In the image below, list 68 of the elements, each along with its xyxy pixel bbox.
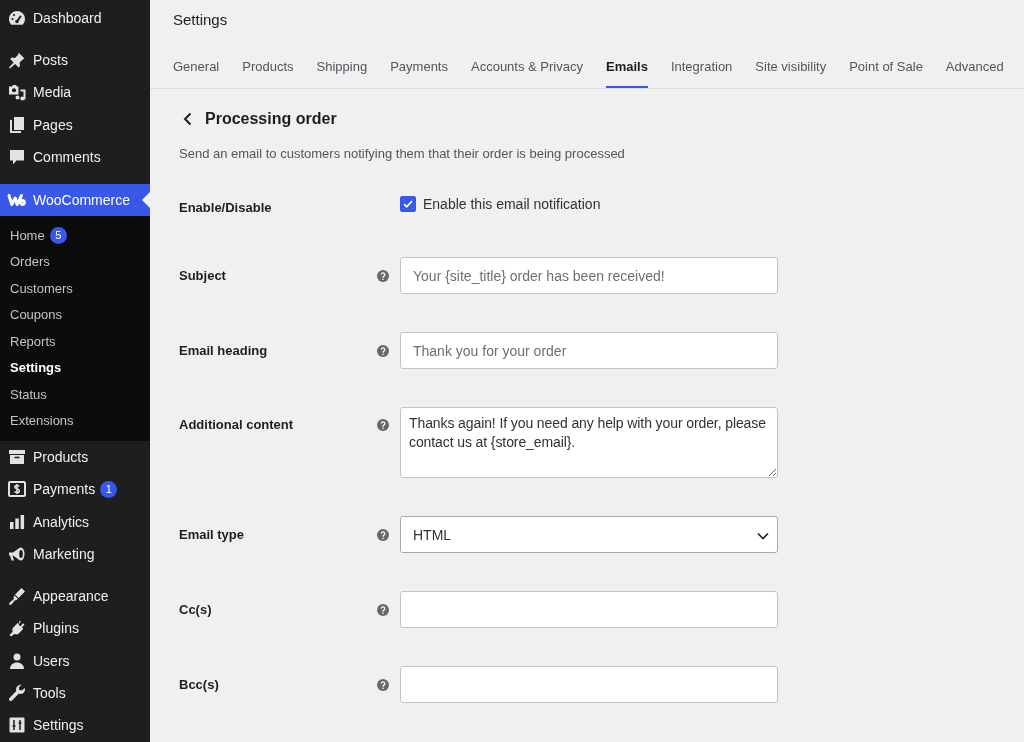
field-label: Bcc(s) xyxy=(179,676,220,693)
sidebar-item[interactable]: Products xyxy=(0,440,150,474)
pages-icon xyxy=(7,114,27,135)
field-label: Additional content xyxy=(179,416,295,433)
submenu-item[interactable]: Orders xyxy=(0,248,150,275)
count-badge: 5 xyxy=(49,226,67,244)
page-description: Send an email to customers notifying them that their order is being processed xyxy=(179,145,626,163)
help-icon[interactable] xyxy=(377,269,389,282)
sidebar-item[interactable]: Pages xyxy=(0,108,150,141)
submenu-item[interactable]: Reports xyxy=(0,327,150,355)
help-icon[interactable] xyxy=(377,419,389,431)
field-label: Cc(s) xyxy=(179,601,213,618)
text-field[interactable] xyxy=(400,591,778,628)
field-label: Email type xyxy=(179,526,246,543)
sidebar-item[interactable]: Users xyxy=(0,644,150,677)
dollar-box-icon xyxy=(7,479,27,500)
sidebar-item[interactable]: Posts xyxy=(0,43,150,77)
tab[interactable]: Products xyxy=(242,48,294,88)
sidebar-item[interactable]: Settings xyxy=(0,709,150,742)
page-title: Processing order xyxy=(205,109,337,129)
field-label: Subject xyxy=(179,267,227,284)
count-badge: 1 xyxy=(100,480,118,498)
field-label: Enable/Disable xyxy=(179,200,273,216)
text-field[interactable] xyxy=(400,666,778,703)
select-field[interactable]: HTML xyxy=(400,516,778,553)
help-icon[interactable] xyxy=(377,603,389,616)
textarea-field[interactable]: Thanks again! If you need any help with your order, please contact us at {store_email}. xyxy=(400,407,778,478)
plug-icon xyxy=(7,618,27,639)
submenu-item[interactable]: Coupons xyxy=(0,301,150,328)
help-icon[interactable] xyxy=(377,528,389,541)
help-icon[interactable] xyxy=(377,678,389,691)
sidebar-item[interactable]: Payments 1 xyxy=(0,473,150,506)
tab[interactable]: Site visibility xyxy=(755,48,827,88)
field-label: Email heading xyxy=(179,342,269,359)
photo-music-icon xyxy=(7,82,27,103)
tab[interactable]: General xyxy=(173,48,220,88)
submenu-item[interactable]: Settings xyxy=(0,354,150,381)
sidebar-item[interactable]: Marketing xyxy=(0,537,150,570)
sidebar-item[interactable]: Comments xyxy=(0,140,150,173)
submenu-item[interactable]: Customers xyxy=(0,274,150,302)
wrench-icon xyxy=(7,683,27,703)
sidebar-item[interactable]: Media xyxy=(0,76,150,109)
text-field[interactable]: Your {site_title} order has been received! xyxy=(400,257,778,294)
sidebar-item[interactable]: Analytics xyxy=(0,505,150,538)
sidebar-item[interactable]: WooCommerce xyxy=(0,184,150,217)
sidebar-item[interactable]: Plugins xyxy=(0,612,150,645)
sidebar-item[interactable]: Dashboard xyxy=(0,2,150,35)
submenu-item[interactable]: Home 5 xyxy=(0,221,150,249)
tab[interactable]: Point of Sale xyxy=(849,48,923,88)
sidebar-item[interactable]: Appearance xyxy=(0,579,150,613)
tab[interactable]: Accounts & Privacy xyxy=(471,48,583,88)
tab[interactable]: Emails xyxy=(606,48,648,88)
paintbrush-icon xyxy=(7,586,27,607)
submenu-item[interactable]: Extensions xyxy=(0,407,150,434)
tab[interactable]: Advanced xyxy=(945,48,1004,88)
checkbox-label[interactable]: Enable this email notification xyxy=(423,195,601,213)
submenu-item[interactable]: Status xyxy=(0,380,150,408)
tab[interactable]: Payments xyxy=(390,48,448,88)
help-icon[interactable] xyxy=(377,344,389,357)
text-field[interactable]: Thank you for your order xyxy=(400,332,778,369)
chevron-down-icon xyxy=(757,532,769,540)
header-title: Settings xyxy=(173,10,229,30)
tab[interactable]: Shipping xyxy=(316,48,368,88)
tab[interactable]: Integration xyxy=(670,48,733,88)
checkbox[interactable] xyxy=(400,196,416,212)
sliders-icon xyxy=(7,715,27,736)
chevron-left-icon xyxy=(182,112,192,126)
sidebar-item[interactable]: Tools xyxy=(0,676,150,710)
